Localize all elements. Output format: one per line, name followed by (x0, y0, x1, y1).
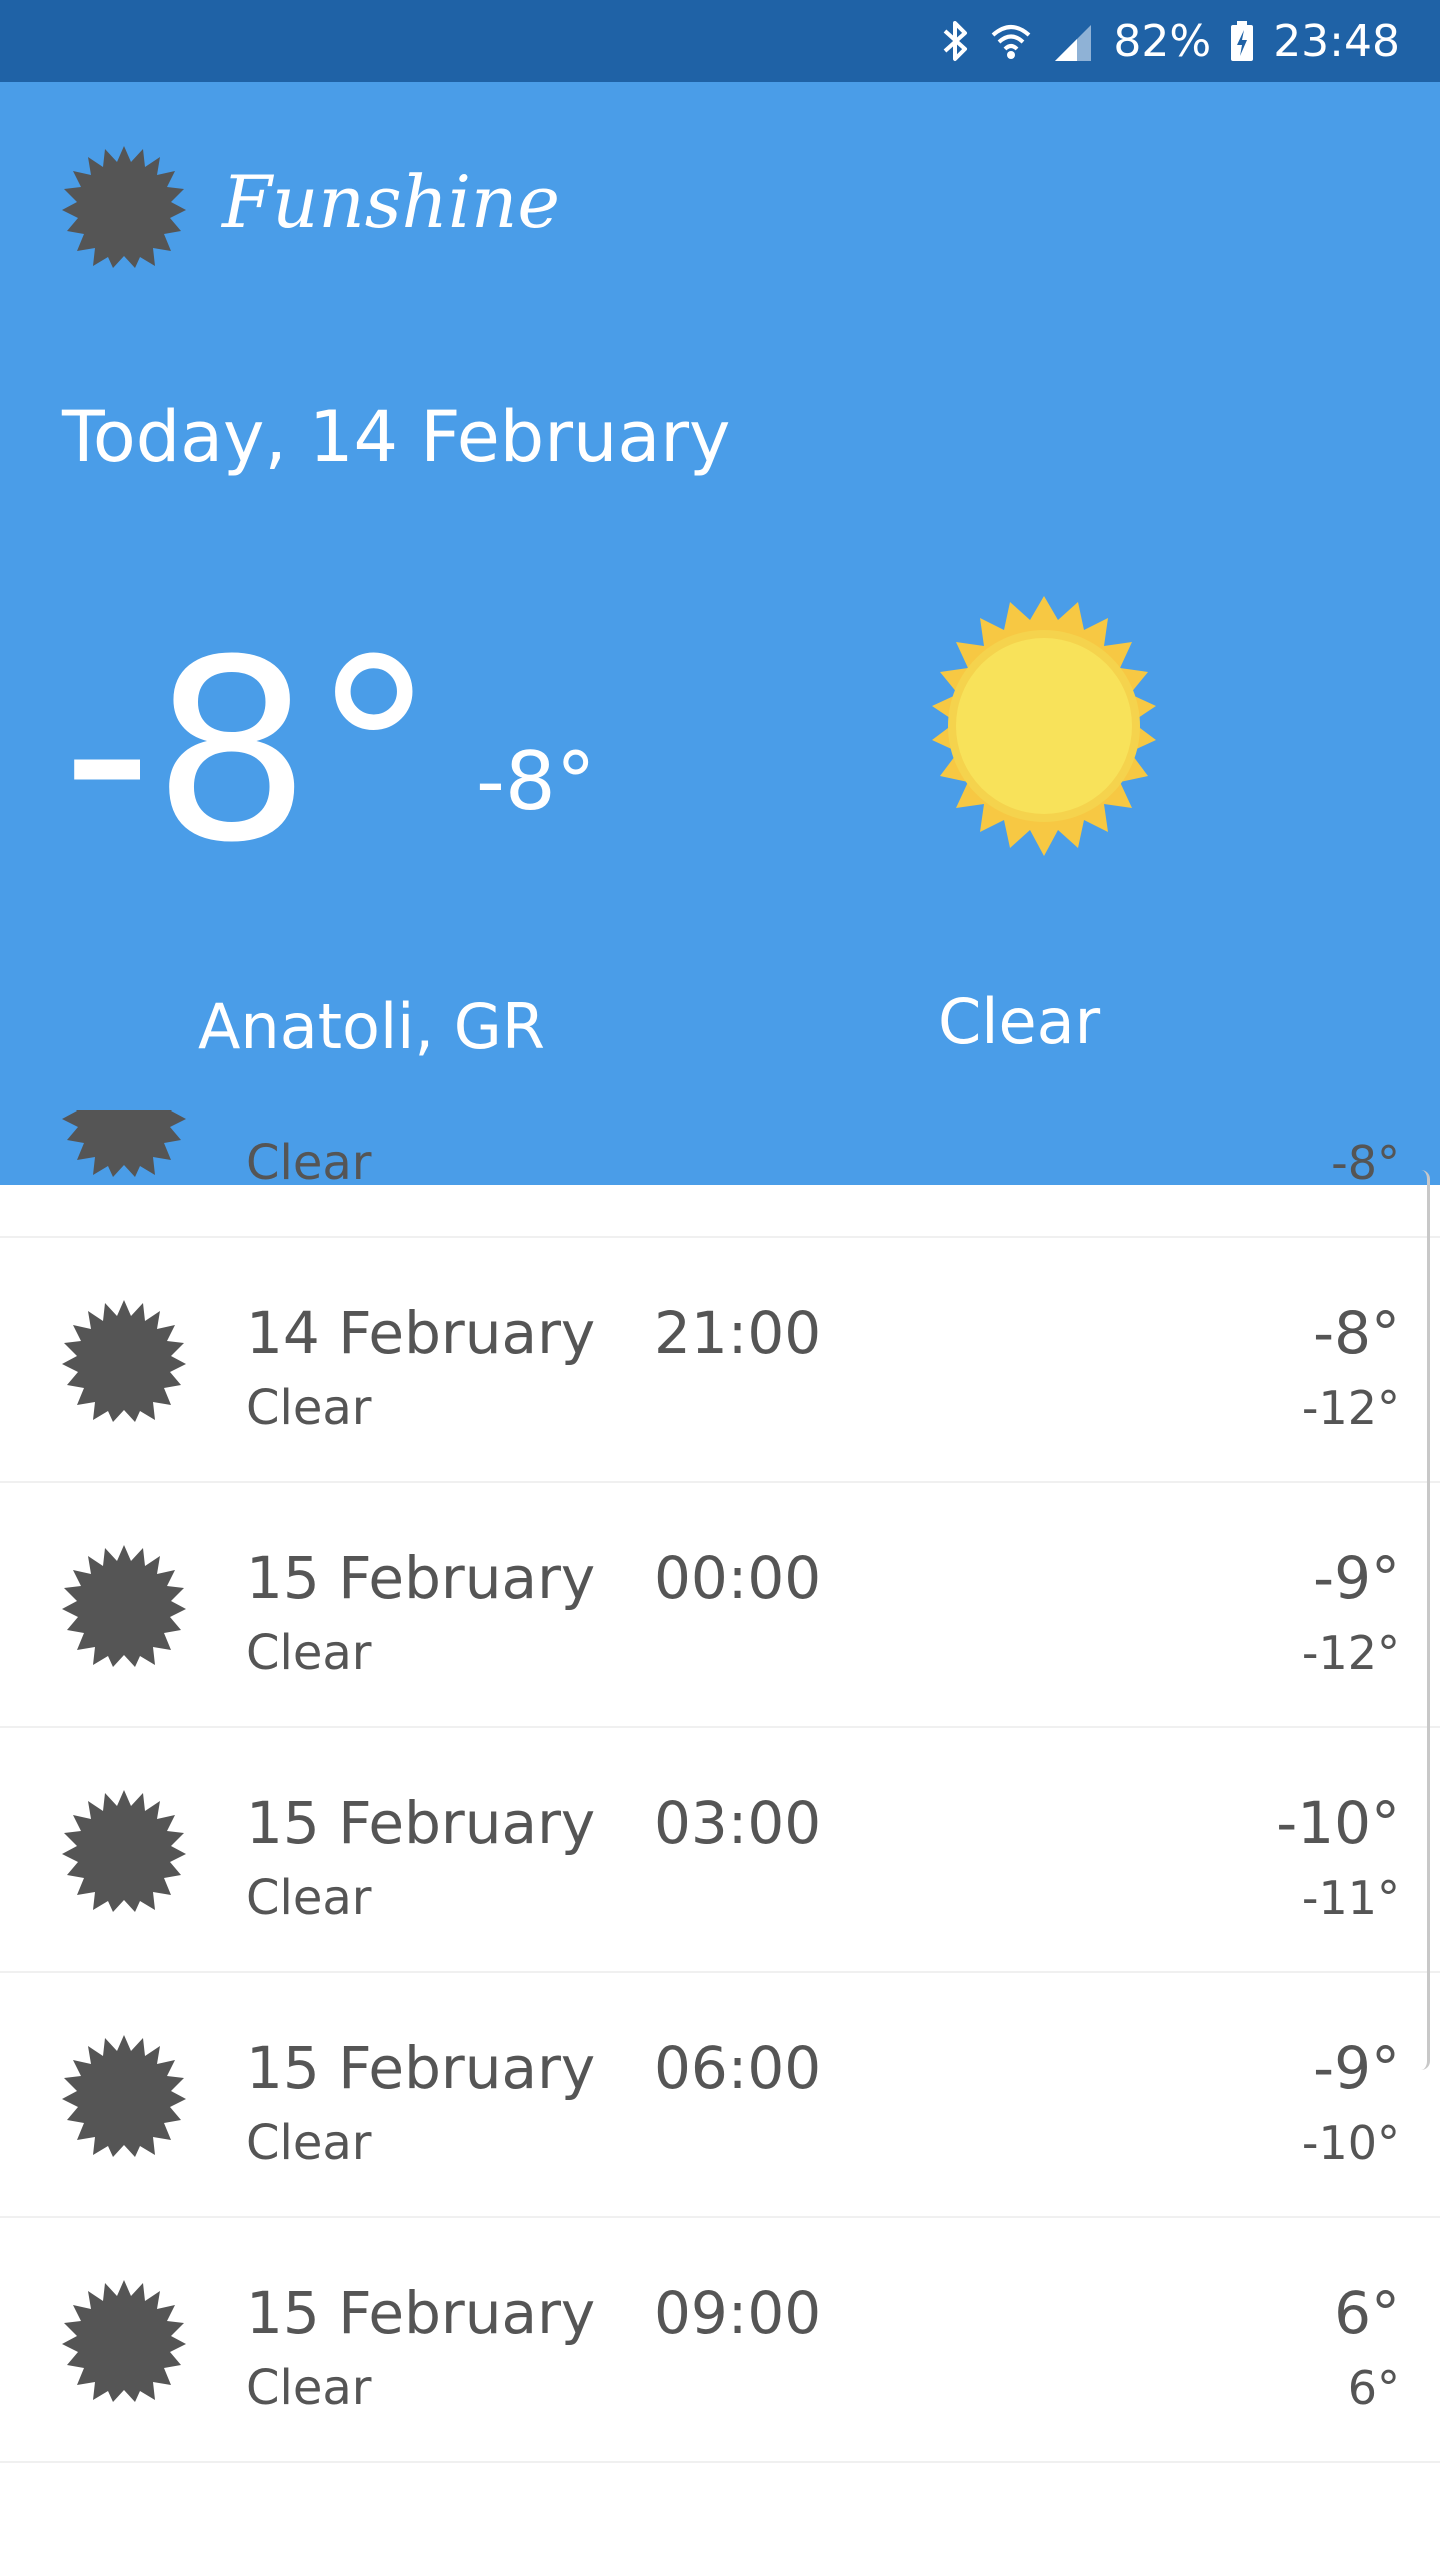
forecast-low: -11° (1301, 1871, 1400, 1925)
forecast-time: 06:00 (654, 2034, 822, 2102)
wifi-icon (989, 19, 1033, 63)
forecast-date: 15 February (246, 2034, 596, 2102)
clear-weather-icon (62, 1543, 186, 1667)
clear-weather-icon (62, 1110, 186, 1177)
forecast-row[interactable]: 15 February 03:00 Clear -10° -11° (0, 1728, 1440, 1973)
clear-weather-icon (62, 2033, 186, 2157)
location-label: Anatoli, GR (198, 990, 545, 1063)
forecast-condition: Clear (246, 1625, 372, 1681)
clear-weather-icon (62, 1788, 186, 1912)
clock: 23:48 (1273, 15, 1400, 67)
forecast-condition: Clear (246, 1135, 372, 1191)
current-temperature: -8° (62, 606, 437, 897)
forecast-high: -9° (1313, 1544, 1400, 1612)
forecast-time: 00:00 (654, 1544, 822, 1612)
forecast-high: -9° (1313, 2034, 1400, 2102)
forecast-low: -12° (1301, 1381, 1400, 1435)
edge-scroll-indicator (1421, 1170, 1430, 2070)
clear-weather-sun-icon (908, 590, 1180, 862)
forecast-list[interactable]: Clear -8° 14 February 21:00 Clear -8° -1… (0, 1110, 1440, 2560)
forecast-low: -8° (1331, 1136, 1400, 1190)
signal-icon (1051, 19, 1095, 63)
current-weather-header: Funshine Today, 14 February -8° -8° Anat… (0, 82, 1440, 1185)
clear-weather-icon (62, 1298, 186, 1422)
forecast-high: 6° (1334, 2279, 1400, 2347)
forecast-date: 15 February (246, 2279, 596, 2347)
forecast-row[interactable]: Clear -8° (0, 1110, 1440, 1238)
battery-charging-icon (1229, 19, 1255, 63)
bluetooth-icon (941, 19, 971, 63)
battery-level: 82% (1113, 15, 1212, 67)
forecast-condition: Clear (246, 1380, 372, 1436)
forecast-row[interactable]: 14 February 21:00 Clear -8° -12° (0, 1238, 1440, 1483)
status-bar: 82% 23:48 (0, 0, 1440, 82)
app-name: Funshine (222, 160, 561, 244)
app-logo-sun-icon (62, 144, 186, 268)
clear-weather-icon (62, 2278, 186, 2402)
forecast-high: -8° (1313, 1299, 1400, 1367)
current-condition: Clear (938, 985, 1101, 1058)
secondary-temperature: -8° (476, 735, 596, 828)
forecast-condition: Clear (246, 1870, 372, 1926)
forecast-condition: Clear (246, 2115, 372, 2171)
forecast-date: 15 February (246, 1544, 596, 1612)
forecast-time: 03:00 (654, 1789, 822, 1857)
forecast-row[interactable]: 15 February 00:00 Clear -9° -12° (0, 1483, 1440, 1728)
forecast-condition: Clear (246, 2360, 372, 2416)
forecast-time: 09:00 (654, 2279, 822, 2347)
forecast-time: 21:00 (654, 1299, 822, 1367)
forecast-low: -10° (1301, 2116, 1400, 2170)
forecast-low: -12° (1301, 1626, 1400, 1680)
forecast-date: 15 February (246, 1789, 596, 1857)
status-icons: 82% 23:48 (941, 0, 1400, 82)
forecast-row[interactable]: 15 February 06:00 Clear -9° -10° (0, 1973, 1440, 2218)
forecast-date: 14 February (246, 1299, 596, 1367)
forecast-low: 6° (1347, 2361, 1400, 2415)
forecast-row[interactable]: 15 February 09:00 Clear 6° 6° (0, 2218, 1440, 2463)
forecast-high: -10° (1276, 1789, 1400, 1857)
today-date: Today, 14 February (62, 396, 731, 478)
